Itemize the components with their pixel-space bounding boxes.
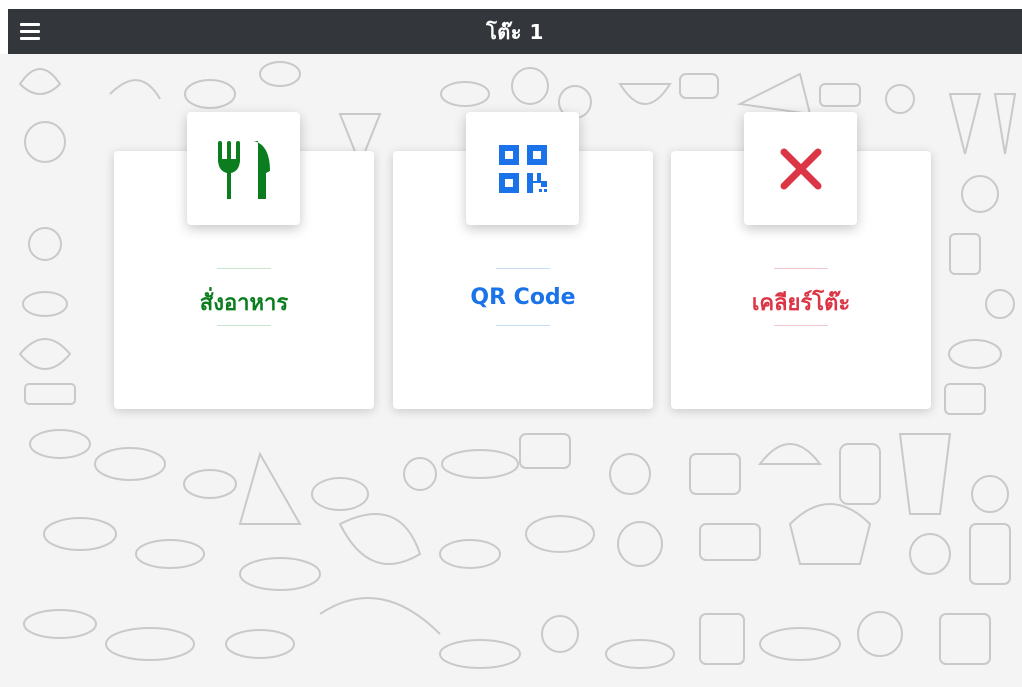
- divider-bottom: [774, 325, 828, 326]
- divider-top: [496, 268, 550, 269]
- fork-knife-icon: [217, 140, 270, 199]
- divider-top: [774, 268, 828, 269]
- top-navbar: โต๊ะ 1: [8, 9, 1022, 54]
- qr-code-card[interactable]: QR Code: [393, 112, 653, 409]
- divider-bottom: [496, 325, 550, 326]
- clear-table-label: เคลียร์โต๊ะ: [751, 291, 851, 316]
- order-food-icon-box: [187, 112, 300, 225]
- hamburger-menu-icon[interactable]: [20, 20, 40, 42]
- clear-table-icon-box: [744, 112, 857, 225]
- close-x-icon: [780, 148, 821, 189]
- qr-code-icon: [498, 144, 547, 193]
- qr-code-label: QR Code: [470, 285, 576, 310]
- divider-top: [217, 268, 271, 269]
- divider-bottom: [217, 325, 271, 326]
- page-title: โต๊ะ 1: [486, 19, 544, 44]
- qr-code-icon-box: [466, 112, 579, 225]
- clear-table-card[interactable]: เคลียร์โต๊ะ: [671, 112, 931, 409]
- order-food-label: สั่งอาหาร: [199, 291, 289, 316]
- order-food-card[interactable]: สั่งอาหาร: [114, 112, 374, 409]
